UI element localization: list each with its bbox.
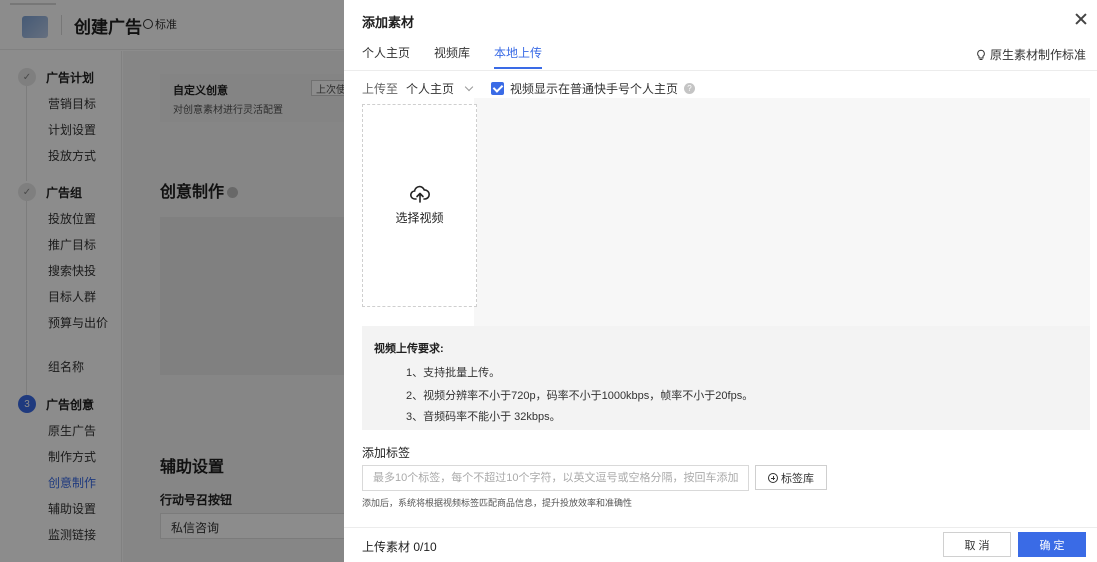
- select-video-label: 选择视频: [395, 211, 444, 225]
- tab-video-library[interactable]: 视频库: [434, 44, 470, 69]
- requirements-title: 视频上传要求:: [374, 343, 444, 355]
- tag-library-button[interactable]: 标签库: [755, 465, 827, 490]
- guide-link-label: 原生素材制作标准: [989, 48, 1086, 62]
- tag-hint: 添加后，系统将根据视频标签匹配商品信息，提升投放效率和准确性: [362, 498, 633, 508]
- guide-link[interactable]: 原生素材制作标准: [975, 46, 1086, 63]
- tab-local-upload[interactable]: 本地上传: [494, 44, 543, 69]
- add-material-drawer: 添加素材 个人主页 视频库 本地上传 原生素材制作标准 上传至 个人主页 视频显…: [344, 0, 1097, 562]
- upload-preview-area: [474, 98, 1090, 326]
- material-tabs: 个人主页 视频库 本地上传: [362, 44, 543, 69]
- close-icon[interactable]: [1074, 12, 1088, 26]
- confirm-button[interactable]: 确 定: [1018, 532, 1086, 557]
- upload-to-value: 个人主页: [406, 82, 455, 96]
- help-icon[interactable]: ?: [684, 83, 696, 94]
- upload-requirements: 视频上传要求: 1、支持批量上传。 2、视频分辨率不小于720p，码率不小于10…: [362, 326, 1090, 430]
- upload-count: 上传素材 0/10: [362, 540, 437, 554]
- upload-to-select[interactable]: 上传至 个人主页: [362, 80, 474, 97]
- tab-divider: [344, 70, 1097, 71]
- tag-label: 添加标签: [362, 446, 411, 460]
- show-on-profile-checkbox[interactable]: [491, 82, 504, 95]
- plus-circle-icon: [768, 472, 778, 483]
- requirement-item: 2、视频分辨率不小于720p，码率不小于1000kbps，帧率不小于20fps。: [406, 390, 754, 402]
- tag-library-label: 标签库: [781, 472, 814, 485]
- chevron-down-icon: [464, 82, 474, 92]
- lightbulb-icon: [977, 49, 985, 60]
- show-on-profile-label: 视频显示在普通快手号个人主页: [510, 82, 679, 96]
- tag-input[interactable]: [362, 465, 749, 491]
- cloud-upload-icon: [409, 185, 430, 203]
- footer-divider: [344, 527, 1097, 528]
- tab-profile[interactable]: 个人主页: [362, 44, 410, 69]
- show-on-profile-option[interactable]: 视频显示在普通快手号个人主页 ?: [491, 80, 696, 97]
- requirement-item: 3、音频码率不能小于 32kbps。: [406, 411, 561, 423]
- drawer-title: 添加素材: [362, 15, 415, 30]
- cancel-button[interactable]: 取 消: [943, 532, 1011, 557]
- requirement-item: 1、支持批量上传。: [406, 367, 501, 379]
- select-video-button[interactable]: 选择视频: [362, 104, 477, 307]
- upload-to-label: 上传至: [362, 82, 399, 96]
